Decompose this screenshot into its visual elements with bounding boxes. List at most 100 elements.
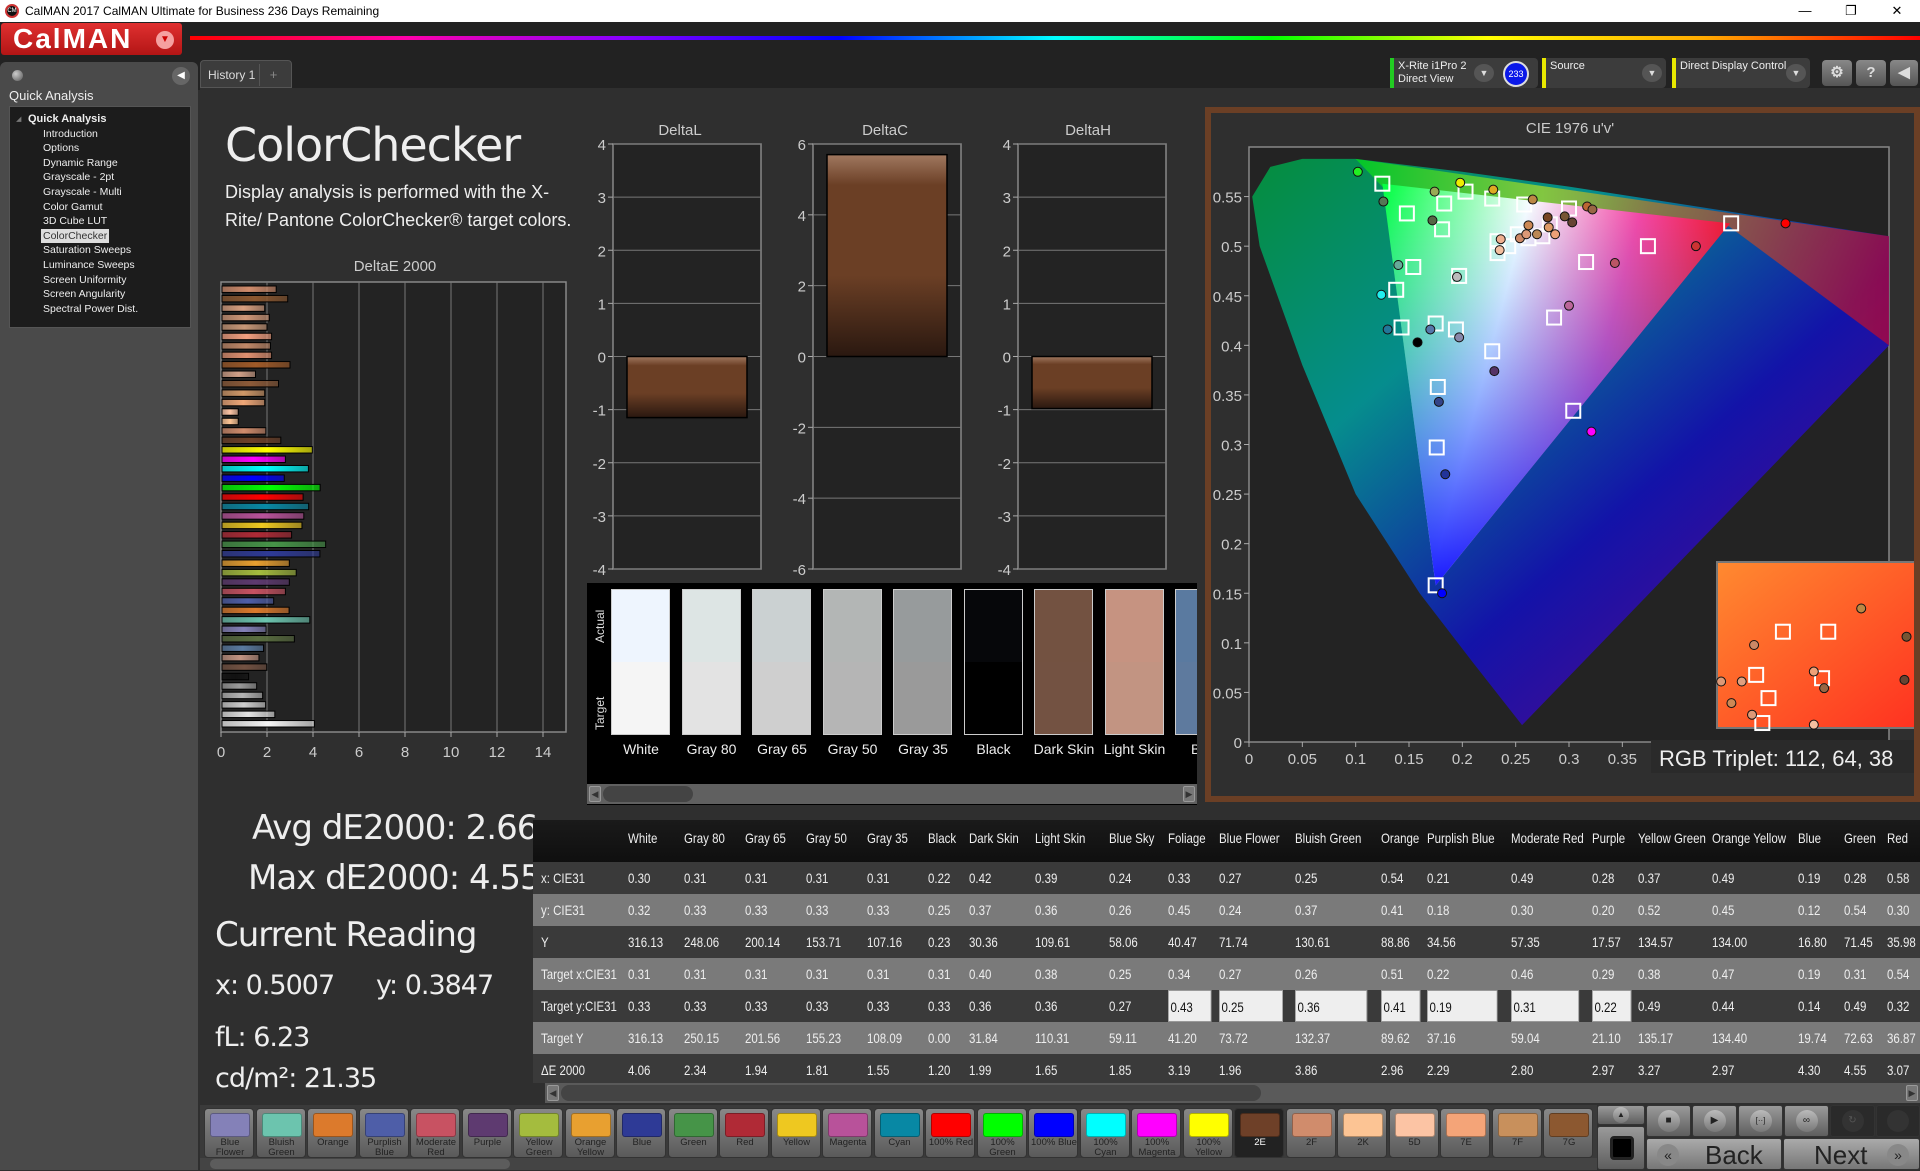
table-cell[interactable]: 0.31: [867, 862, 889, 894]
table-cell[interactable]: 0.36: [1295, 990, 1368, 1022]
column-header[interactable]: Dark Skin: [969, 830, 1019, 846]
patch-cyan[interactable]: Cyan: [873, 1108, 924, 1158]
tree-root-quick-analysis[interactable]: Quick Analysis: [28, 113, 106, 125]
sidebar-item-colorchecker[interactable]: ColorChecker: [41, 229, 110, 243]
table-cell[interactable]: 36.87: [1887, 1022, 1916, 1054]
table-cell[interactable]: 88.86: [1381, 926, 1410, 958]
sidebar-item-dynamic-range[interactable]: Dynamic Range: [41, 156, 120, 170]
column-header[interactable]: Purple: [1592, 830, 1625, 846]
table-cell[interactable]: 16.80: [1798, 926, 1827, 958]
patch-orange-yellow[interactable]: Orange Yellow: [564, 1108, 615, 1158]
table-cell[interactable]: 1.65: [1035, 1054, 1057, 1083]
table-cell[interactable]: 0.25: [1219, 990, 1283, 1022]
table-cell[interactable]: 0.31: [806, 862, 828, 894]
table-cell[interactable]: 0.49: [1844, 990, 1866, 1022]
chevron-down-icon[interactable]: ▼: [1786, 64, 1806, 82]
patch-scrollbar[interactable]: [200, 1158, 1600, 1170]
table-cell[interactable]: 0.19: [1798, 862, 1820, 894]
table-cell[interactable]: 0.51: [1381, 958, 1403, 990]
swatch-gray-65[interactable]: [752, 589, 811, 735]
table-cell[interactable]: 4.06: [628, 1054, 650, 1083]
back-button[interactable]: « Back: [1646, 1138, 1782, 1170]
table-cell[interactable]: 0.58: [1887, 862, 1909, 894]
table-cell[interactable]: 0.00: [928, 1022, 950, 1054]
sidebar-item-grayscale-2pt[interactable]: Grayscale - 2pt: [41, 170, 116, 184]
table-cell[interactable]: 0.52: [1638, 894, 1660, 926]
table-cell[interactable]: 71.45: [1844, 926, 1873, 958]
column-header[interactable]: Foliage: [1168, 830, 1206, 846]
table-cell[interactable]: 0.14: [1798, 990, 1820, 1022]
table-cell[interactable]: 0.45: [1712, 894, 1734, 926]
table-cell[interactable]: 316.13: [628, 1022, 663, 1054]
column-header[interactable]: Yellow Green: [1638, 830, 1706, 846]
minimize-icon[interactable]: —: [1782, 0, 1828, 22]
sidebar-item-grayscale-multi[interactable]: Grayscale - Multi: [41, 185, 124, 199]
table-cell[interactable]: 0.37: [1638, 862, 1660, 894]
table-cell[interactable]: 0.33: [745, 990, 767, 1022]
patch-bluish-green[interactable]: Bluish Green: [255, 1108, 306, 1158]
table-cell[interactable]: 200.14: [745, 926, 780, 958]
swatch-black[interactable]: [963, 589, 1023, 735]
table-cell[interactable]: 0.33: [806, 990, 828, 1022]
table-cell[interactable]: 0.31: [867, 958, 889, 990]
table-cell[interactable]: 0.32: [1887, 990, 1909, 1022]
table-cell[interactable]: 108.09: [867, 1022, 902, 1054]
source-selector[interactable]: Source ▼: [1542, 58, 1666, 88]
table-cell[interactable]: 2.80: [1511, 1054, 1533, 1083]
table-cell[interactable]: 153.71: [806, 926, 841, 958]
table-cell[interactable]: 0.27: [1109, 990, 1131, 1022]
patch-100-magenta[interactable]: 100% Magenta: [1131, 1108, 1181, 1158]
table-cell[interactable]: 109.61: [1035, 926, 1070, 958]
table-cell[interactable]: 248.06: [684, 926, 719, 958]
table-cell[interactable]: 0.41: [1381, 990, 1421, 1022]
table-cell[interactable]: 0.27: [1219, 862, 1241, 894]
table-cell[interactable]: 0.28: [1592, 862, 1614, 894]
column-header[interactable]: Gray 65: [745, 830, 786, 846]
table-cell[interactable]: 0.31: [745, 862, 767, 894]
table-cell[interactable]: 0.18: [1427, 894, 1449, 926]
patch-yellow[interactable]: Yellow: [770, 1108, 821, 1158]
patch-5d[interactable]: 5D: [1388, 1108, 1439, 1158]
table-cell[interactable]: 0.12: [1798, 894, 1820, 926]
table-cell[interactable]: 0.33: [867, 894, 889, 926]
sidebar-item-options[interactable]: Options: [41, 141, 81, 155]
table-cell[interactable]: 0.19: [1427, 990, 1498, 1022]
patch-100-red[interactable]: 100% Red: [925, 1108, 975, 1158]
patch-100-yellow[interactable]: 100% Yellow: [1182, 1108, 1233, 1158]
patch-moderate-red[interactable]: Moderate Red: [410, 1108, 460, 1158]
column-header[interactable]: Blue Flower: [1219, 830, 1280, 846]
table-cell[interactable]: 0.36: [969, 990, 991, 1022]
table-cell[interactable]: 59.11: [1109, 1022, 1137, 1054]
table-cell[interactable]: 0.25: [928, 894, 950, 926]
table-cell[interactable]: 0.40: [969, 958, 991, 990]
sidebar-item-saturation-sweeps[interactable]: Saturation Sweeps: [41, 243, 133, 257]
record-button[interactable]: [1876, 1105, 1920, 1137]
patch-7g[interactable]: 7G: [1543, 1108, 1593, 1158]
collapse-sidebar-button[interactable]: ◀: [172, 67, 190, 85]
table-cell[interactable]: 1.94: [745, 1054, 767, 1083]
table-cell[interactable]: 1.99: [969, 1054, 991, 1083]
table-cell[interactable]: 110.31: [1035, 1022, 1069, 1054]
table-cell[interactable]: 3.07: [1887, 1054, 1909, 1083]
patch-100-blue[interactable]: 100% Blue: [1028, 1108, 1078, 1158]
table-cell[interactable]: 0.36: [1035, 990, 1057, 1022]
table-cell[interactable]: 1.55: [867, 1054, 889, 1083]
table-cell[interactable]: 0.43: [1168, 990, 1212, 1022]
table-cell[interactable]: 0.42: [969, 862, 991, 894]
patch-100-cyan[interactable]: 100% Cyan: [1079, 1108, 1130, 1158]
table-cell[interactable]: 0.44: [1712, 990, 1734, 1022]
table-cell[interactable]: 316.13: [628, 926, 663, 958]
table-cell[interactable]: 1.96: [1219, 1054, 1241, 1083]
table-cell[interactable]: 0.30: [1511, 894, 1533, 926]
table-cell[interactable]: 0.25: [1295, 862, 1317, 894]
swatch-gray-50[interactable]: [822, 589, 882, 735]
table-cell[interactable]: 21.10: [1592, 1022, 1621, 1054]
chevron-down-icon[interactable]: ▼: [1642, 64, 1662, 82]
table-cell[interactable]: 0.33: [684, 990, 706, 1022]
table-cell[interactable]: 31.84: [969, 1022, 998, 1054]
scroll-left-icon[interactable]: ◀: [547, 1085, 559, 1101]
table-cell[interactable]: 0.41: [1381, 894, 1403, 926]
stop-button[interactable]: ■: [1646, 1105, 1691, 1137]
table-cell[interactable]: 30.36: [969, 926, 998, 958]
table-cell[interactable]: 0.38: [1035, 958, 1057, 990]
